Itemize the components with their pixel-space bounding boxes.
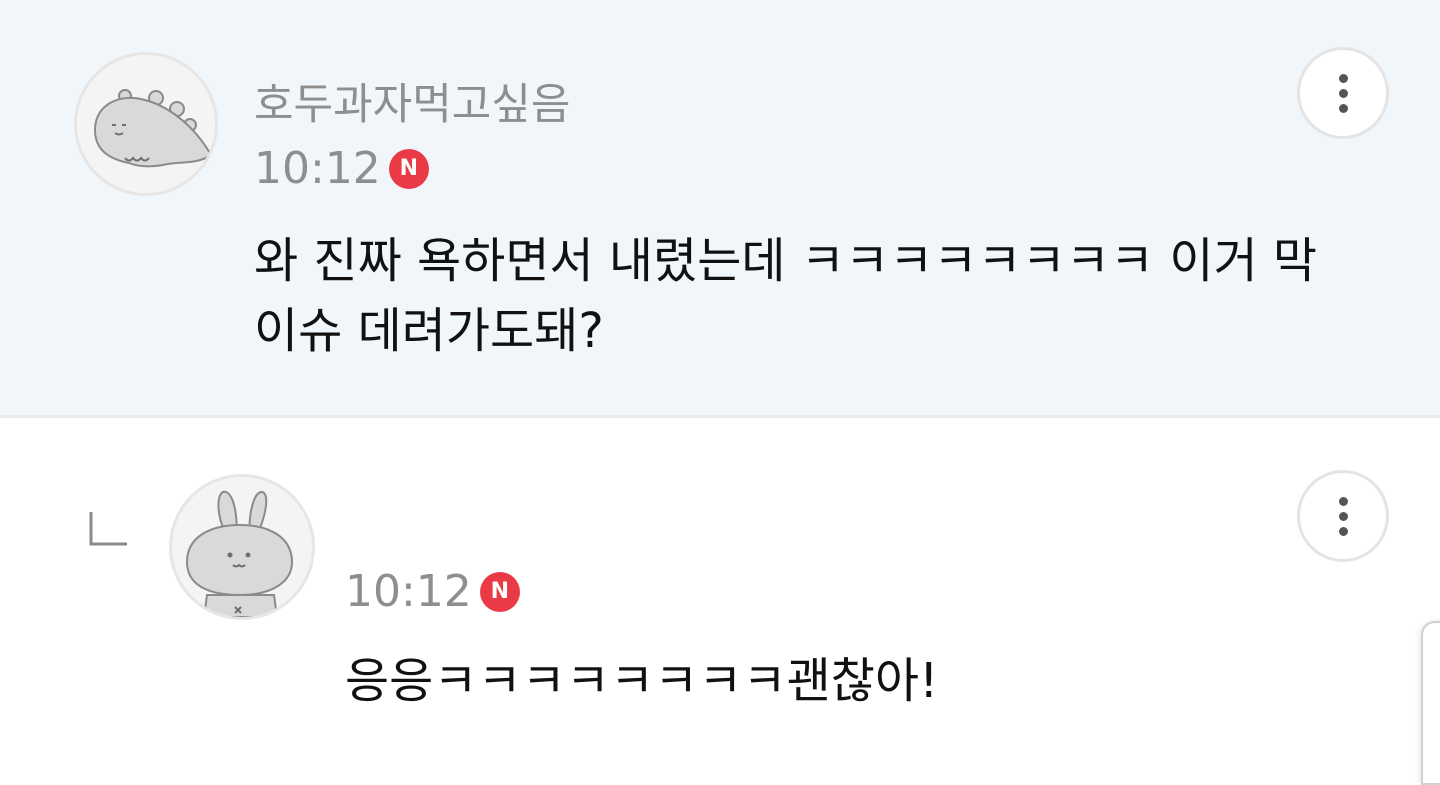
comment-meta: 10:12 N (345, 566, 520, 617)
comment-text: 와 진짜 욕하면서 내렸는데 ㅋㅋㅋㅋㅋㅋㅋㅋ 이거 막이슈 데려가도돼? (254, 233, 1318, 359)
comment-time: 10:12 (345, 566, 472, 617)
reply-indicator-icon (89, 512, 127, 546)
edge-panel-handle[interactable] (1421, 621, 1440, 785)
comment-item: 호두과자먹고싶음 10:12 N 와 진짜 욕하면서 내렸는데 ㅋㅋㅋㅋㅋㅋㅋㅋ… (0, 0, 1440, 418)
comment-meta: 10:12 N (254, 143, 429, 194)
author-nickname[interactable]: 호두과자먹고싶음 (254, 70, 570, 132)
profile-avatar[interactable] (74, 52, 218, 196)
rabbit-avatar-icon (185, 490, 294, 617)
comment-time: 10:12 (254, 143, 381, 194)
comment-text: 응응ㅋㅋㅋㅋㅋㅋㅋㅋ괜찮아! (345, 653, 939, 709)
more-options-button[interactable] (1297, 47, 1389, 139)
dinosaur-avatar-icon (93, 89, 213, 168)
more-vertical-icon (1338, 496, 1348, 506)
new-badge: N (479, 571, 520, 612)
reply-item: 10:12 N 응응ㅋㅋㅋㅋㅋㅋㅋㅋ괜찮아! (0, 418, 1440, 760)
more-vertical-icon (1338, 73, 1348, 83)
more-options-button[interactable] (1297, 470, 1389, 562)
profile-avatar[interactable] (169, 474, 315, 620)
new-badge: N (388, 148, 429, 189)
